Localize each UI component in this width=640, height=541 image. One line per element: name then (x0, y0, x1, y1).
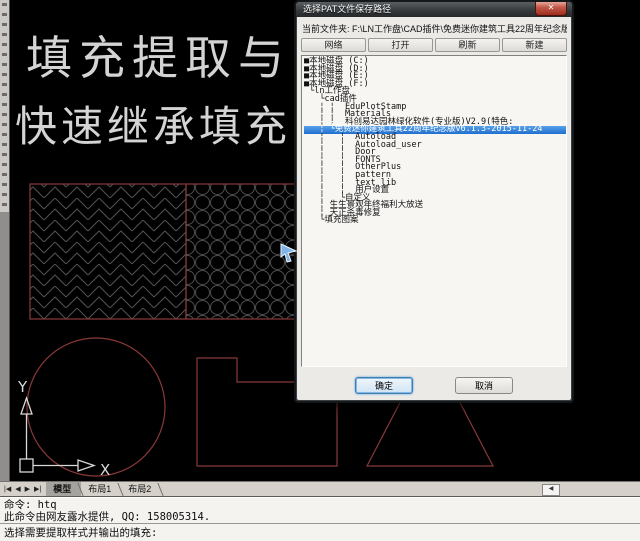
command-history-line2: 此命令由网友露水提供, QQ: 158005314. (4, 511, 636, 523)
tab-nav-button[interactable]: ▶ (23, 483, 32, 496)
close-icon: ✕ (548, 3, 555, 12)
ucs-y-label: Y (17, 378, 28, 396)
cancel-button[interactable]: 取消 (455, 377, 513, 394)
tree-item[interactable]: └填充图案 (304, 217, 566, 225)
current-folder-row: 当前文件夹: F:\LN工作盘\CAD插件\免费迷你建筑工具22周年纪念版 (301, 20, 567, 38)
layout-tab[interactable]: 布局2 (121, 482, 161, 496)
dialog-body: 当前文件夹: F:\LN工作盘\CAD插件\免费迷你建筑工具22周年纪念版 网络… (297, 17, 571, 400)
tab-nav-button[interactable]: ◀ (13, 483, 22, 496)
mouse-cursor-icon (278, 240, 298, 264)
command-history: 命令: htq 此命令由网友露水提供, QQ: 158005314. (0, 497, 640, 524)
dialog-titlebar[interactable]: 选择PAT文件保存路径 ✕ (296, 2, 572, 17)
folder-tree[interactable]: ■本地磁盘 (C:)■本地磁盘 (D:)■本地磁盘 (E:)■本地磁盘 (F:)… (301, 55, 567, 367)
layout-tab[interactable]: 模型 (46, 482, 81, 496)
dialog-toolbar: 网络打开刷新新建 (301, 38, 567, 52)
command-history-line1: 命令: htq (4, 499, 636, 511)
ok-button[interactable]: 确定 (355, 377, 413, 394)
dialog-title: 选择PAT文件保存路径 (296, 2, 572, 17)
docked-toolbar-edge[interactable] (0, 0, 10, 481)
dialog-toolbar-button[interactable]: 网络 (301, 38, 366, 52)
tabbar-scroll-button[interactable]: ◀ (542, 484, 560, 496)
dialog-footer: 确定 取消 (301, 377, 567, 394)
dialog-toolbar-button[interactable]: 打开 (368, 38, 433, 52)
dialog-toolbar-button[interactable]: 新建 (502, 38, 567, 52)
command-line-area[interactable]: 命令: htq 此命令由网友露水提供, QQ: 158005314. 选择需要提… (0, 496, 640, 541)
tree-item-label: └填充图案 (304, 215, 358, 225)
layout-tabbar: |◀◀▶▶| 模型布局1布局2 ◀ (0, 481, 640, 496)
layout-tab[interactable]: 布局1 (81, 482, 121, 496)
tab-nav-button[interactable]: |◀ (2, 483, 13, 496)
tab-nav-buttons: |◀◀▶▶| (2, 483, 43, 496)
ucs-x-label: X (100, 461, 110, 479)
current-folder-path: F:\LN工作盘\CAD插件\免费迷你建筑工具22周年纪念版 (352, 24, 567, 34)
layout-tabs: 模型布局1布局2 (46, 482, 161, 496)
cad-title-line1: 填充提取与 (26, 31, 291, 85)
cad-title-line2: 快速继承填充 (15, 102, 291, 151)
pat-save-path-dialog: 选择PAT文件保存路径 ✕ 当前文件夹: F:\LN工作盘\CAD插件\免费迷你… (294, 0, 574, 403)
dialog-toolbar-button[interactable]: 刷新 (435, 38, 500, 52)
current-folder-label: 当前文件夹: (302, 24, 350, 34)
command-prompt[interactable]: 选择需要提取样式并输出的填充: (0, 524, 640, 539)
close-button[interactable]: ✕ (535, 2, 567, 16)
toolbar-icon-slivers (2, 3, 7, 208)
tab-nav-button[interactable]: ▶| (32, 483, 43, 496)
tabbar-scroll-left-icon: ◀ (549, 486, 554, 492)
